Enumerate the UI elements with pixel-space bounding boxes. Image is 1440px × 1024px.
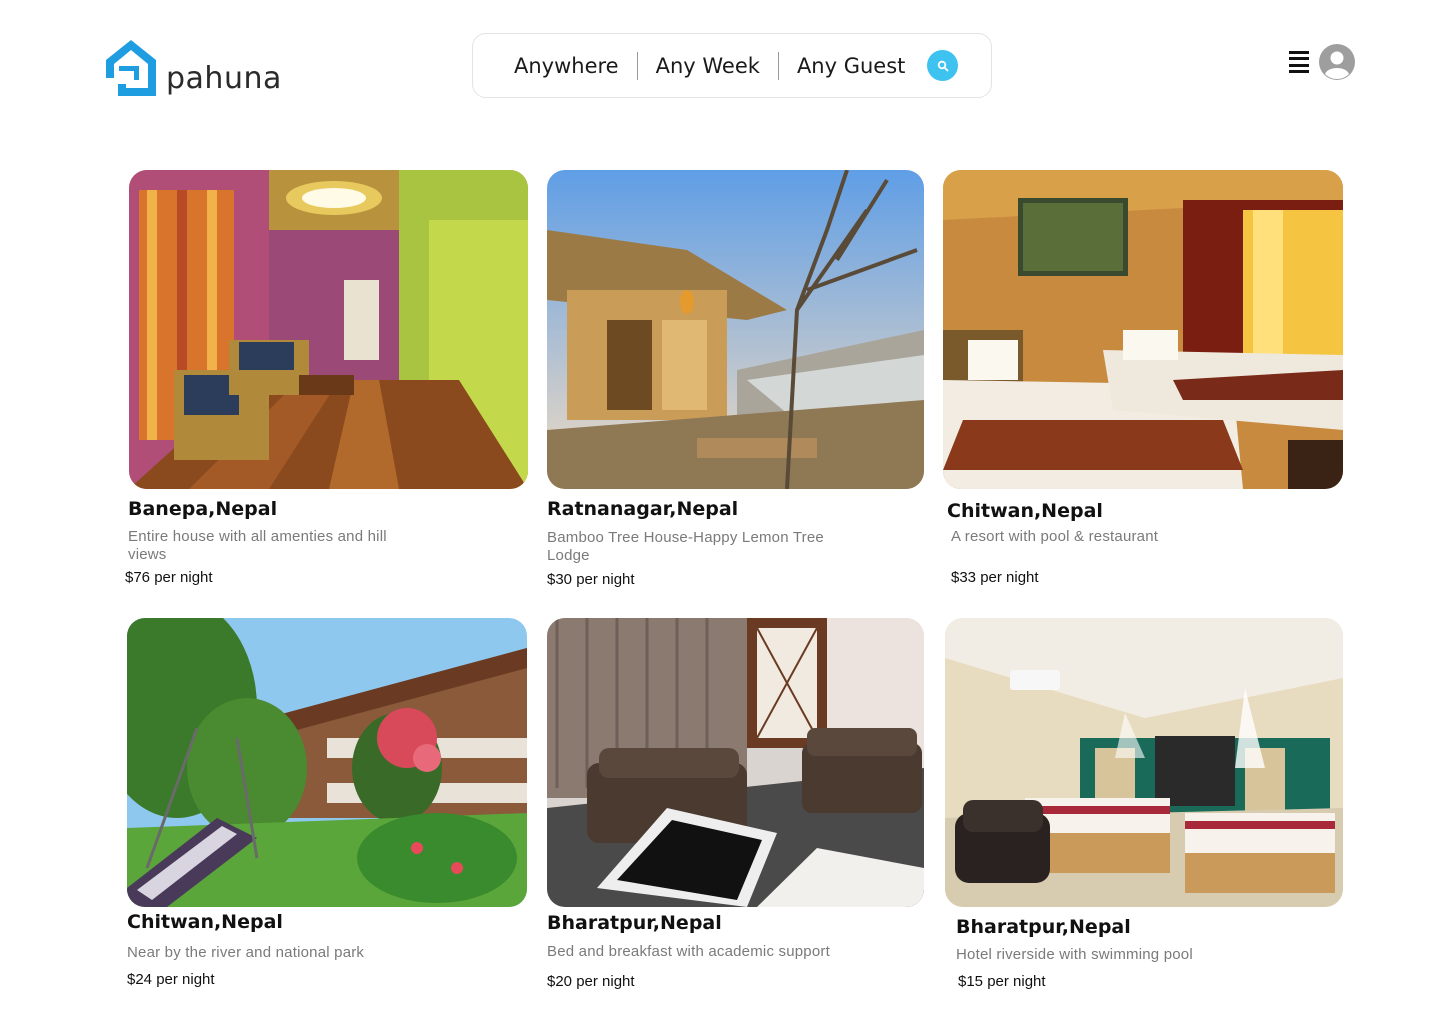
listing-description: Bed and breakfast with academic support bbox=[547, 943, 830, 960]
listing-photo[interactable] bbox=[547, 618, 924, 907]
user-avatar-icon[interactable] bbox=[1319, 44, 1355, 80]
listing-location: Ratnanagar,Nepal bbox=[547, 498, 739, 520]
listing-description: Entire house with all amenties and hill … bbox=[128, 528, 387, 563]
listing-price: $30 per night bbox=[547, 571, 635, 588]
listing-photo[interactable] bbox=[945, 618, 1343, 907]
listing-photo[interactable] bbox=[943, 170, 1343, 489]
search-divider bbox=[636, 51, 638, 80]
listing-photo[interactable] bbox=[129, 170, 528, 489]
house-logo-icon bbox=[106, 40, 156, 96]
listing-location: Chitwan,Nepal bbox=[127, 911, 283, 933]
search-button[interactable] bbox=[927, 50, 959, 81]
listing-description: Hotel riverside with swimming pool bbox=[956, 946, 1193, 963]
hamburger-icon[interactable] bbox=[1289, 51, 1309, 73]
brand-logo[interactable]: pahuna bbox=[104, 38, 282, 98]
search-divider bbox=[777, 51, 779, 80]
brand-name: pahuna bbox=[166, 61, 282, 96]
listing-location: Bharatpur,Nepal bbox=[956, 916, 1131, 938]
listing-photo[interactable] bbox=[547, 170, 924, 489]
search-guest-button[interactable]: Any Guest bbox=[797, 54, 905, 78]
listing-location: Chitwan,Nepal bbox=[947, 500, 1103, 522]
search-bar[interactable]: Anywhere Any Week Any Guest bbox=[472, 33, 992, 98]
listing-price: $24 per night bbox=[127, 971, 215, 988]
listing-location: Banepa,Nepal bbox=[128, 498, 278, 520]
listing-description: Near by the river and national park bbox=[127, 944, 365, 961]
listing-price: $20 per night bbox=[547, 973, 635, 990]
search-date-button[interactable]: Any Week bbox=[656, 54, 760, 78]
listing-photo[interactable] bbox=[127, 618, 527, 907]
listing-price: $76 per night bbox=[125, 569, 213, 586]
listing-description: Bamboo Tree House-Happy Lemon Tree Lodge bbox=[547, 529, 824, 564]
search-icon bbox=[937, 60, 949, 71]
search-location-button[interactable]: Anywhere bbox=[514, 54, 619, 78]
listing-price: $15 per night bbox=[958, 973, 1046, 990]
listing-price: $33 per night bbox=[951, 569, 1039, 586]
listing-description: A resort with pool & restaurant bbox=[951, 528, 1159, 545]
listing-location: Bharatpur,Nepal bbox=[547, 912, 722, 934]
